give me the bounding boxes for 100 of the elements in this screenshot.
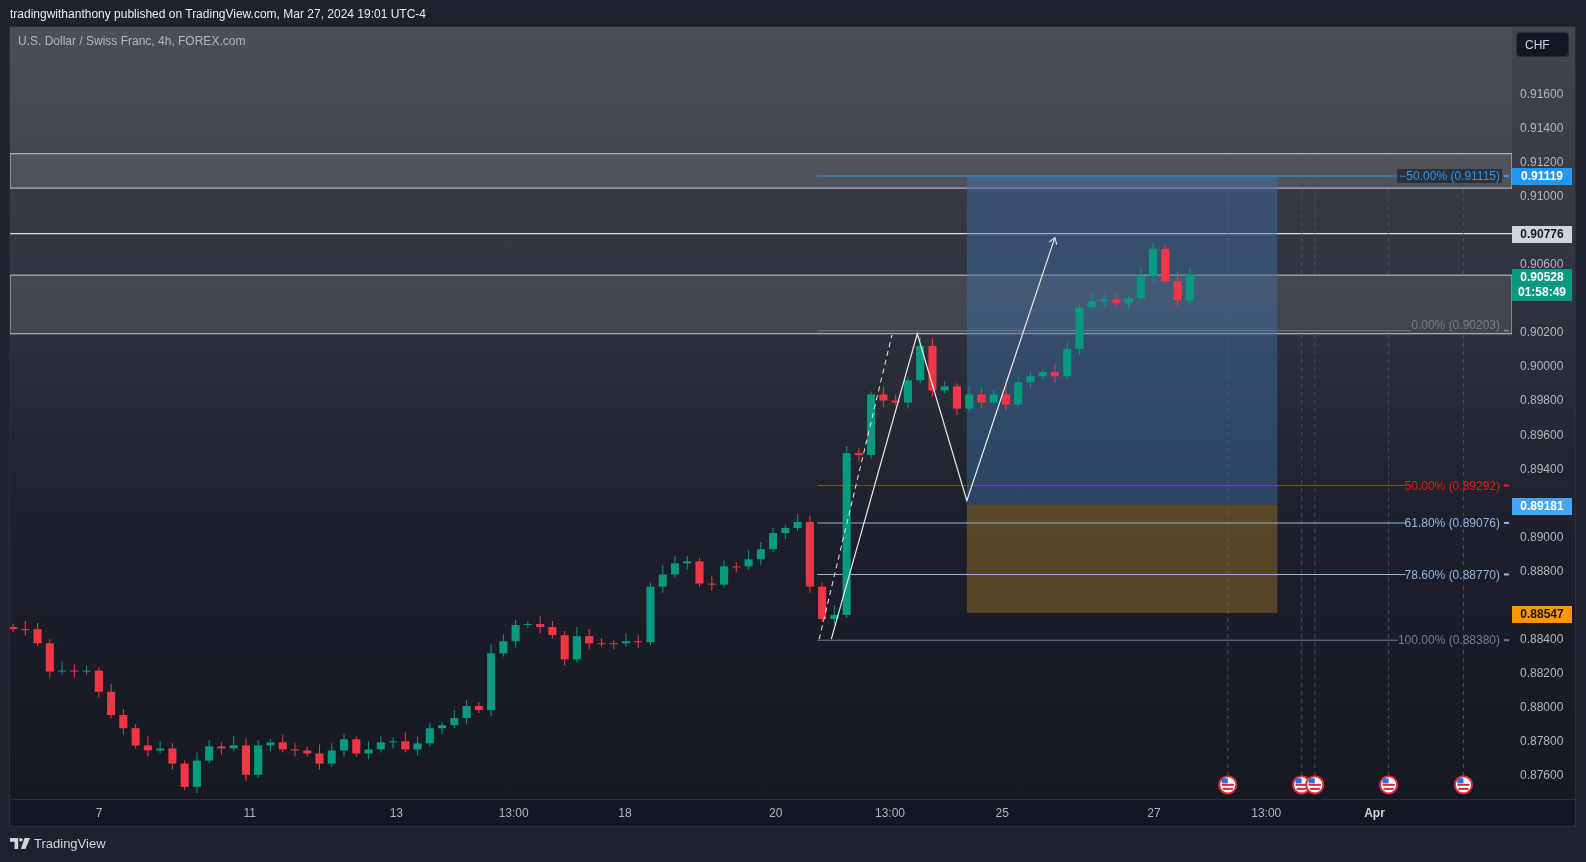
candle xyxy=(1173,271,1182,307)
candle xyxy=(266,738,275,752)
candle xyxy=(21,620,30,636)
candle xyxy=(695,557,704,588)
time-tick: 18 xyxy=(618,806,632,820)
price-tick: 0.87600 xyxy=(1520,768,1564,782)
candle xyxy=(756,541,765,566)
candle xyxy=(1014,374,1023,409)
candle xyxy=(327,742,336,768)
candle xyxy=(143,735,152,758)
time-tick: 7 xyxy=(95,806,103,820)
candle xyxy=(119,708,128,735)
price-tick: 0.88800 xyxy=(1520,563,1564,578)
candle xyxy=(572,626,581,663)
candle xyxy=(1124,294,1133,310)
candle xyxy=(376,735,385,753)
candle xyxy=(1149,242,1158,283)
price-tick: 0.88000 xyxy=(1520,699,1564,714)
fib-level-label: −50.00% (0.91115) xyxy=(1397,169,1502,183)
candle xyxy=(450,709,459,729)
candle xyxy=(1136,267,1145,302)
candle xyxy=(241,737,250,782)
candle xyxy=(1161,244,1170,285)
time-tick: Apr xyxy=(1364,806,1385,820)
price-tick: 0.88400 xyxy=(1520,631,1564,646)
candle xyxy=(364,740,373,761)
candle xyxy=(10,623,18,633)
candle xyxy=(683,555,692,570)
price-value: 0.90776 xyxy=(1520,227,1564,243)
candle xyxy=(523,620,532,629)
candle xyxy=(891,393,900,407)
time-tick: 13:00 xyxy=(1251,806,1282,820)
candle xyxy=(45,638,54,679)
price-tick: 0.91600 xyxy=(1520,87,1564,101)
candle xyxy=(940,380,949,394)
candle xyxy=(830,605,839,626)
candle xyxy=(720,559,729,589)
price-value: 0.91119 xyxy=(1520,168,1564,184)
candle xyxy=(621,632,630,647)
candle xyxy=(94,667,103,699)
time-tick: 27 xyxy=(1147,806,1161,820)
fib-level-label: 100.00% (0.88380) xyxy=(1396,633,1501,648)
candle xyxy=(315,743,324,771)
price-tick: 0.90600 xyxy=(1520,257,1564,272)
candle xyxy=(511,619,520,648)
us-flag-icon[interactable] xyxy=(1379,775,1399,795)
publication-note: tradingwithanthony published on TradingView.com, Mar 27, 2024 19:01 UTC-4 xyxy=(9,6,428,23)
time-tick: 20 xyxy=(769,806,783,820)
candle xyxy=(389,736,398,749)
candle xyxy=(1063,342,1072,380)
candle xyxy=(303,745,312,758)
candle xyxy=(560,630,569,666)
candle xyxy=(229,735,238,752)
candle xyxy=(670,555,680,578)
time-tick: 25 xyxy=(995,806,1009,820)
price-tick: 0.91400 xyxy=(1520,121,1564,136)
candle xyxy=(609,639,618,650)
candle xyxy=(867,390,876,459)
candle xyxy=(217,741,226,755)
candle xyxy=(597,637,606,647)
candle xyxy=(769,527,778,553)
candle xyxy=(781,524,790,540)
candle xyxy=(1185,266,1194,304)
candle xyxy=(401,731,410,753)
time-tick: 13:00 xyxy=(498,806,529,820)
candle xyxy=(732,561,741,573)
candle xyxy=(977,387,986,410)
price-value: 0.89181 xyxy=(1520,498,1564,514)
candle xyxy=(205,739,214,765)
candle xyxy=(879,385,888,408)
candle xyxy=(131,723,140,749)
candle xyxy=(107,683,116,719)
fib-level-label: 78.60% (0.88770) xyxy=(1403,567,1501,582)
us-flag-icon[interactable] xyxy=(1453,775,1474,795)
candle xyxy=(1112,293,1121,307)
time-tick: 13 xyxy=(389,806,404,820)
price-value: 0.90528 xyxy=(1520,269,1564,285)
candle xyxy=(462,699,471,725)
price-tick: 0.87800 xyxy=(1520,733,1564,748)
candle xyxy=(646,582,655,646)
candle xyxy=(965,385,974,413)
fib-level-label: 50.00% (0.89292) xyxy=(1403,478,1501,493)
candle xyxy=(1051,363,1060,383)
us-flag-icon[interactable] xyxy=(1218,775,1238,795)
currency-button[interactable]: CHF xyxy=(1516,32,1569,57)
candle xyxy=(33,622,42,647)
candle xyxy=(425,722,434,747)
candle xyxy=(1038,368,1047,380)
price-tick: 0.89400 xyxy=(1520,461,1564,476)
candle xyxy=(474,701,483,714)
candle xyxy=(352,735,361,758)
candle xyxy=(180,760,189,791)
price-tick: 0.90200 xyxy=(1520,325,1564,340)
price-tick: 0.91000 xyxy=(1520,189,1564,204)
price-tick: 0.89600 xyxy=(1520,427,1564,442)
countdown-timer: 01:58:49 xyxy=(1517,284,1566,300)
us-flag-icon[interactable] xyxy=(1305,775,1325,795)
candle xyxy=(952,382,961,416)
candle xyxy=(290,742,300,758)
candle xyxy=(634,634,643,649)
